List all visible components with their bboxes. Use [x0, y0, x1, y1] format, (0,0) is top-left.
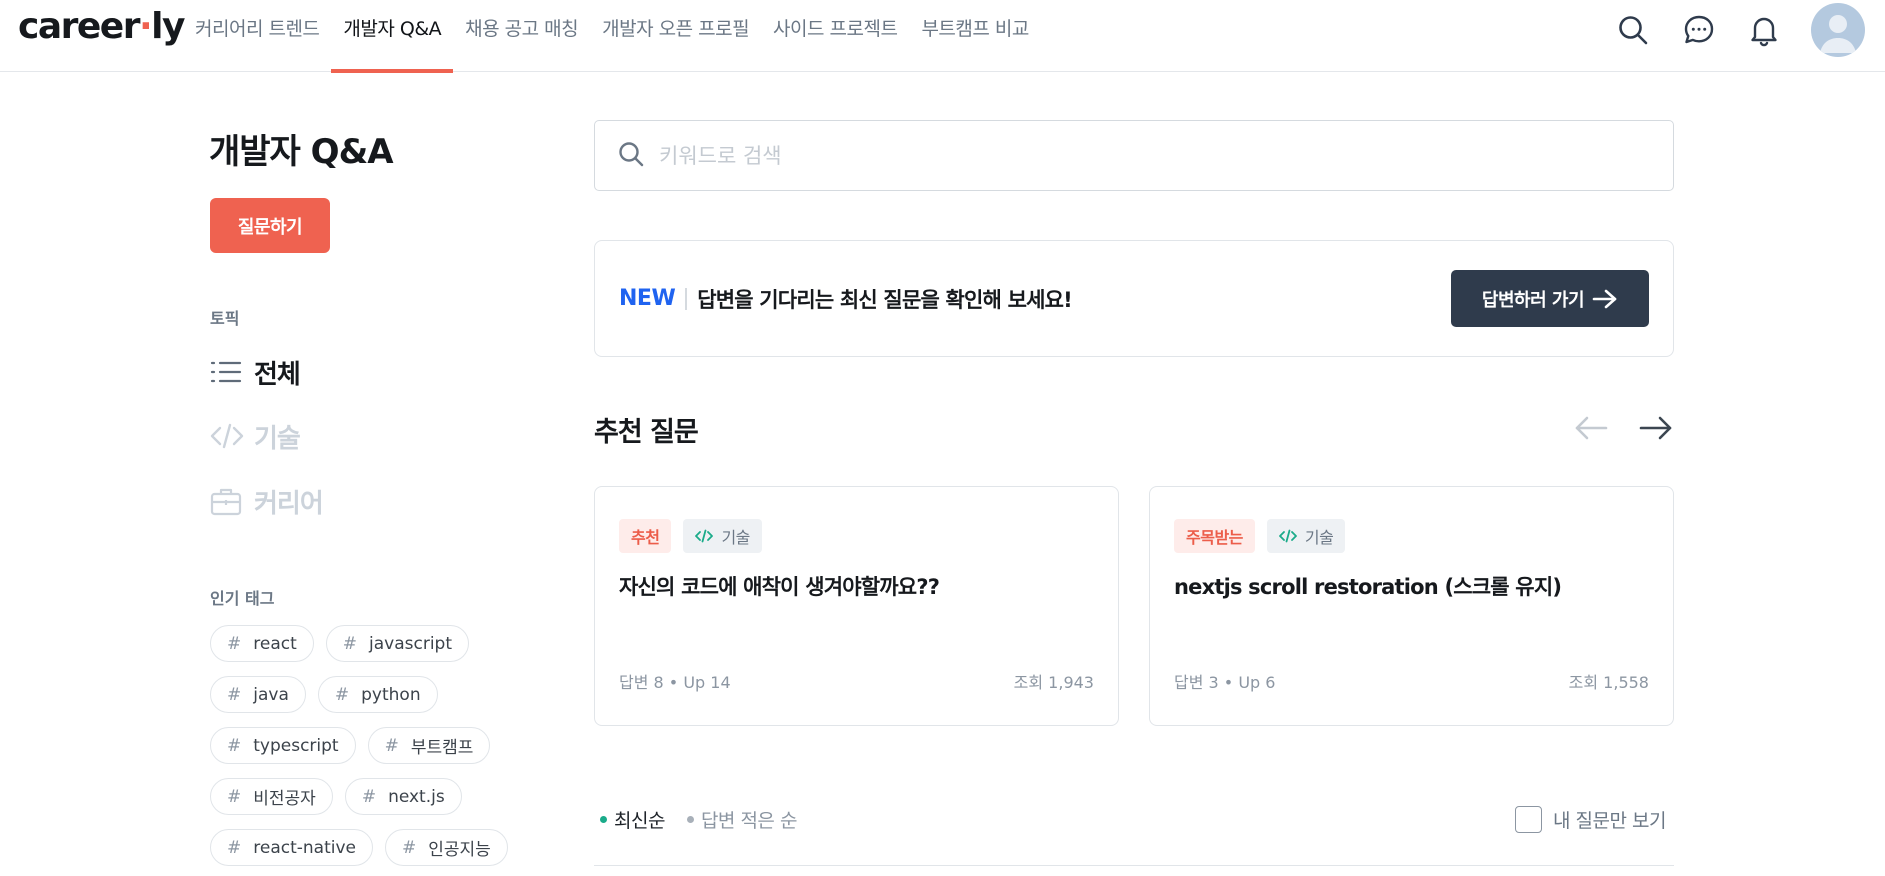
- topic-label: 기술: [254, 423, 301, 454]
- card-badges: 추천 기술: [619, 519, 774, 553]
- nav-item-open-profile[interactable]: 개발자 오픈 프로필: [590, 0, 761, 72]
- hash-icon: #: [227, 684, 242, 705]
- go-answer-button[interactable]: 답변하러 가기: [1451, 270, 1649, 327]
- card-views: 조회 1,943: [1013, 673, 1094, 692]
- avatar[interactable]: [1811, 3, 1865, 57]
- hash-icon: #: [402, 837, 417, 858]
- bullet-dot: [686, 816, 694, 823]
- nav-item-developer-qa[interactable]: 개발자 Q&A: [331, 0, 453, 73]
- popular-tags-label: 인기 태그: [210, 589, 275, 608]
- tag-nextjs[interactable]: # next.js: [344, 778, 462, 815]
- top-header: career·ly 커리어리 트렌드 개발자 Q&A 채용 공고 매칭 개발자 …: [0, 0, 1885, 73]
- sort-latest[interactable]: 최신순: [600, 806, 665, 833]
- new-questions-banner: NEW 답변을 기다리는 최신 질문을 확인해 보세요! 답변하러 가기: [594, 240, 1674, 357]
- my-questions-label: 내 질문만 보기: [1553, 810, 1666, 832]
- hash-icon: #: [361, 786, 377, 807]
- bell-icon[interactable]: [1744, 10, 1784, 50]
- search-icon: [617, 140, 645, 172]
- hash-icon: #: [384, 735, 399, 756]
- card-views: 조회 1,558: [1568, 673, 1649, 692]
- nav-item-job-matching[interactable]: 채용 공고 매칭: [453, 0, 590, 72]
- nav-item-bootcamp-compare[interactable]: 부트캠프 비교: [909, 0, 1040, 72]
- bullet-dot: [600, 816, 607, 823]
- topic-label: 전체: [254, 359, 301, 390]
- popular-tags: # react # javascript # java # python # typesc…: [210, 625, 530, 866]
- recommended-title: 추천 질문: [594, 417, 699, 448]
- next-arrow-icon[interactable]: [1636, 408, 1676, 448]
- main-nav: 커리어리 트렌드 개발자 Q&A 채용 공고 매칭 개발자 오픈 프로필 사이드…: [183, 0, 1041, 73]
- search-input[interactable]: [659, 143, 1559, 168]
- search-box[interactable]: [594, 120, 1674, 191]
- nav-item-trends[interactable]: 커리어리 트렌드: [183, 0, 331, 72]
- tag-javascript[interactable]: # javascript: [325, 625, 470, 662]
- topics-label: 토픽: [210, 309, 240, 328]
- question-card[interactable]: 추천 기술 자신의 코드에 애착이 생겨야할까요?? 답변 8 • Up 14 …: [594, 486, 1119, 726]
- topic-tech[interactable]: 기술: [210, 416, 301, 456]
- tag-react[interactable]: # react: [210, 625, 314, 662]
- hash-icon: #: [227, 837, 242, 858]
- hash-icon: #: [227, 786, 242, 807]
- my-questions-checkbox[interactable]: [1515, 806, 1542, 833]
- my-questions-toggle[interactable]: 내 질문만 보기: [1515, 806, 1666, 833]
- tag-python[interactable]: # python: [317, 676, 438, 713]
- card-title: nextjs scroll restoration (스크롤 유지): [1174, 575, 1562, 599]
- hash-icon: #: [334, 684, 350, 705]
- hash-icon: #: [227, 735, 242, 756]
- recommend-badge: 추천: [619, 519, 672, 553]
- briefcase-icon: [210, 485, 246, 517]
- tag-java[interactable]: # java: [210, 676, 306, 713]
- tag-bootcamp[interactable]: # 부트캠프: [367, 727, 491, 764]
- topic-badge: 기술: [683, 519, 762, 553]
- topic-career[interactable]: 커리어: [210, 481, 324, 521]
- tag-typescript[interactable]: # typescript: [210, 727, 356, 764]
- tag-ai[interactable]: # 인공지능: [385, 829, 508, 866]
- sort-fewest-answers[interactable]: 답변 적은 순: [686, 806, 797, 833]
- arrow-right-icon: [1592, 289, 1617, 308]
- card-meta: 답변 8 • Up 14: [619, 673, 731, 692]
- sort-options: 최신순 답변 적은 순: [600, 806, 819, 833]
- chat-icon[interactable]: [1679, 10, 1719, 50]
- topic-label: 커리어: [254, 488, 324, 519]
- nav-item-side-project[interactable]: 사이드 프로젝트: [761, 0, 909, 72]
- hash-icon: #: [342, 633, 358, 654]
- code-icon: [210, 420, 246, 452]
- careerly-logo[interactable]: career·ly: [18, 6, 185, 47]
- list-icon: [210, 356, 246, 388]
- code-icon: [1278, 529, 1297, 543]
- code-icon: [695, 529, 714, 543]
- question-card[interactable]: 주목받는 기술 nextjs scroll restoration (스크롤 유…: [1149, 486, 1674, 726]
- card-meta: 답변 3 • Up 6: [1174, 673, 1276, 692]
- prev-arrow-icon[interactable]: [1571, 408, 1611, 448]
- card-badges: 주목받는 기술: [1174, 519, 1357, 553]
- page-title: 개발자 Q&A: [209, 132, 394, 172]
- hash-icon: #: [227, 633, 242, 654]
- tag-non-major[interactable]: # 비전공자: [210, 778, 333, 815]
- topic-all[interactable]: 전체: [210, 352, 301, 392]
- search-icon[interactable]: [1613, 10, 1653, 50]
- trending-badge: 주목받는: [1174, 519, 1255, 553]
- tag-react-native[interactable]: # react-native: [210, 829, 373, 866]
- divider: [685, 287, 688, 310]
- divider: [594, 865, 1674, 866]
- new-badge: NEW: [619, 286, 676, 311]
- banner-message: 답변을 기다리는 최신 질문을 확인해 보세요!: [697, 287, 1073, 312]
- topic-badge: 기술: [1266, 519, 1346, 553]
- card-title: 자신의 코드에 애착이 생겨야할까요??: [619, 575, 940, 599]
- ask-question-button[interactable]: 질문하기: [210, 198, 330, 253]
